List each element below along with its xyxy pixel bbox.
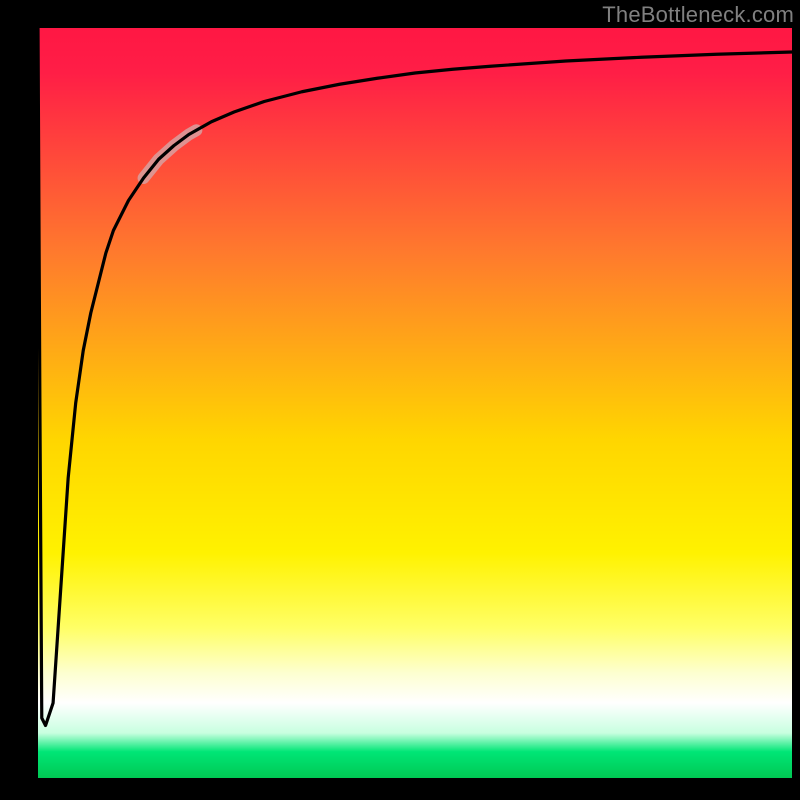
bottleneck-chart [0,0,800,800]
chart-frame: TheBottleneck.com [0,0,800,800]
watermark-text: TheBottleneck.com [602,2,794,28]
plot-background-gradient [38,28,792,778]
